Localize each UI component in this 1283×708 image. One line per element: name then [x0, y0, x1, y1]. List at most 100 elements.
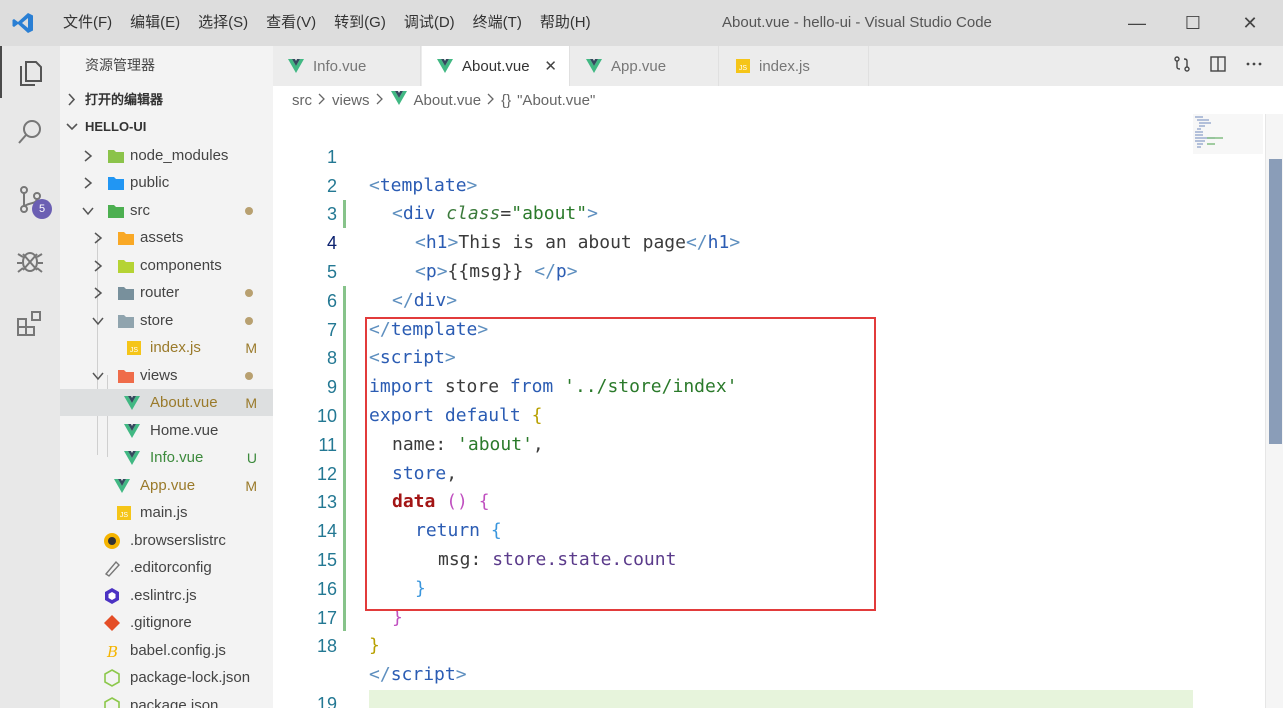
modified-dot [245, 206, 253, 215]
chevron-right-icon [376, 92, 384, 109]
nodejs-icon [103, 696, 121, 708]
tree-item-views[interactable]: views [60, 362, 273, 389]
chevron-right-icon [82, 142, 94, 169]
debug-icon[interactable] [0, 234, 60, 286]
object-symbol-icon: {} [501, 91, 512, 109]
explorer-icon[interactable] [0, 46, 60, 98]
tree-item-main-js[interactable]: JS main.js [60, 499, 273, 526]
close-window-button[interactable]: ✕ [1222, 0, 1278, 46]
tree-item-home-vue[interactable]: Home.vue [60, 417, 273, 444]
folder-components-icon [117, 257, 135, 275]
breadcrumb-file[interactable]: About.vue [414, 92, 482, 109]
eslint-icon [103, 587, 121, 605]
tree-item-public[interactable]: public [60, 169, 273, 196]
tree-item-info-vue[interactable]: Info.vue U [60, 444, 273, 471]
tree-item-eslintrc[interactable]: .eslintrc.js [60, 582, 273, 609]
menu-selection[interactable]: 选择(S) [189, 0, 257, 46]
tree-item-editorconfig[interactable]: .editorconfig [60, 554, 273, 581]
more-actions-icon[interactable] [1245, 55, 1263, 77]
code-line: </script> [369, 664, 467, 686]
open-changes-icon[interactable] [1173, 55, 1191, 77]
svg-text:JS: JS [120, 512, 129, 519]
tree-item-package-lock[interactable]: package-lock.json [60, 664, 273, 691]
explorer-title: 资源管理器 [85, 57, 155, 73]
vue-file-icon [436, 58, 454, 74]
maximize-button[interactable]: ☐ [1165, 0, 1221, 46]
menu-file[interactable]: 文件(F) [54, 0, 121, 46]
close-icon[interactable]: ✕ [544, 57, 557, 75]
folder-src-icon [107, 202, 125, 220]
chevron-right-icon [92, 252, 104, 279]
vue-file-icon [123, 449, 141, 467]
breadcrumb-src[interactable]: src [292, 92, 312, 109]
editor-actions [1173, 46, 1263, 86]
tree-item-store[interactable]: store [60, 307, 273, 334]
project-section[interactable]: HELLO-UI [60, 113, 273, 140]
chevron-right-icon [82, 169, 94, 196]
menu-terminal[interactable]: 终端(T) [464, 0, 531, 46]
tree-item-babel-config[interactable]: B babel.config.js [60, 637, 273, 664]
git-icon [103, 614, 121, 632]
tab-info-vue[interactable]: Info.vue [273, 46, 421, 86]
chevron-right-icon [92, 279, 104, 306]
search-icon[interactable] [0, 106, 60, 158]
split-editor-icon[interactable] [1209, 55, 1227, 77]
source-control-icon[interactable]: 5 [0, 173, 60, 225]
minimize-button[interactable]: — [1109, 0, 1165, 46]
svg-text:JS: JS [739, 65, 748, 72]
extensions-icon[interactable] [0, 297, 60, 349]
chevron-right-icon [318, 92, 326, 109]
tree-item-src[interactable]: src [60, 197, 273, 224]
editorconfig-icon [103, 559, 121, 577]
chevron-right-icon [92, 224, 104, 251]
tree-item-browserslistrc[interactable]: .browserslistrc [60, 527, 273, 554]
vue-file-icon [113, 477, 131, 495]
tree-item-assets[interactable]: assets [60, 224, 273, 251]
tree-item-components[interactable]: components [60, 252, 273, 279]
js-file-icon: JS [115, 504, 133, 522]
breadcrumb-views[interactable]: views [332, 92, 370, 109]
tab-app-vue[interactable]: App.vue [571, 46, 719, 86]
vscode-logo-icon [0, 0, 46, 46]
modified-dot [245, 288, 253, 297]
tab-about-vue[interactable]: About.vue ✕ [422, 46, 570, 86]
vue-file-icon [123, 422, 141, 440]
tree-item-gitignore[interactable]: .gitignore [60, 609, 273, 636]
tree-item-node-modules[interactable]: node_modules [60, 142, 273, 169]
menu-bar: 文件(F) 编辑(E) 选择(S) 查看(V) 转到(G) 调试(D) 终端(T… [54, 0, 600, 46]
menu-view[interactable]: 查看(V) [257, 0, 325, 46]
vue-file-icon [123, 394, 141, 412]
js-file-icon: JS [125, 339, 143, 357]
tree-item-app-vue[interactable]: App.vue M [60, 472, 273, 499]
current-line-highlight [369, 689, 1193, 708]
folder-views-icon [117, 367, 135, 385]
nodejs-icon [103, 668, 121, 687]
scrollbar-thumb[interactable] [1269, 159, 1282, 444]
tab-index-js[interactable]: JS index.js [721, 46, 869, 86]
svg-text:JS: JS [130, 347, 139, 354]
modified-dot [245, 371, 253, 380]
open-editors-label: 打开的编辑器 [85, 92, 164, 107]
window-title: About.vue - hello-ui - Visual Studio Cod… [722, 14, 992, 31]
tab-label: Info.vue [313, 57, 367, 75]
svg-text:B: B [106, 643, 118, 660]
tree-item-router[interactable]: router [60, 279, 273, 306]
menu-edit[interactable]: 编辑(E) [121, 0, 189, 46]
minimap[interactable] [1193, 114, 1263, 154]
modified-dot [245, 316, 253, 325]
explorer-sidebar: 资源管理器 打开的编辑器 HELLO-UI node_modules publi… [60, 46, 273, 708]
highlight-box [365, 317, 876, 611]
tree-item-about-vue[interactable]: About.vue M [60, 389, 273, 416]
open-editors-section[interactable]: 打开的编辑器 [60, 86, 273, 113]
vertical-scrollbar[interactable] [1265, 114, 1283, 708]
menu-go[interactable]: 转到(G) [325, 0, 395, 46]
breadcrumb: src views About.vue {} "About.vue" [292, 86, 595, 114]
tree-item-package-json[interactable]: package.json [60, 692, 273, 708]
tab-label: App.vue [611, 57, 667, 75]
menu-help[interactable]: 帮助(H) [531, 0, 600, 46]
vue-file-icon [287, 58, 305, 74]
menu-debug[interactable]: 调试(D) [395, 0, 464, 46]
tree-item-store-index-js[interactable]: JS index.js M [60, 334, 273, 361]
breadcrumb-symbol[interactable]: "About.vue" [517, 92, 595, 109]
folder-router-icon [117, 284, 135, 302]
